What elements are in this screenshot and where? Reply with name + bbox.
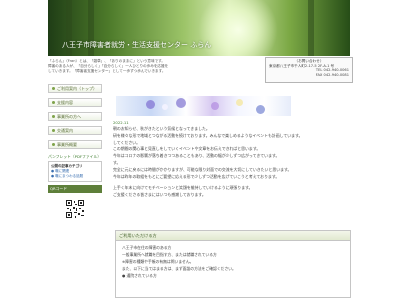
qr-code-icon: [65, 199, 85, 219]
sidebar-item-label: 交通案内: [57, 127, 73, 133]
contact-fax: FAX 042-940-0081: [269, 73, 349, 78]
post-body: 朝のお知らせ、秋がきたという気候となってきました。 研を様々な形で地域とつながる…: [113, 126, 351, 199]
post-paragraph: 研を様々な形で地域とつながる活動を続けております。みんなで楽しめるようなイベント…: [113, 132, 303, 138]
eligibility-line: 一般事業所へ就職を目指す方、または就職されている方: [122, 252, 217, 257]
post-paragraph: 今年はコロナの影響が落ち着きつつあることもあり、活動の幅が少しずつ広がってきてい…: [113, 153, 280, 159]
bullet-icon: [52, 87, 55, 90]
sidebar-item-label: 支援内容: [57, 99, 73, 105]
sidebar-item-top[interactable]: ご利用案内（トップ）: [48, 84, 102, 93]
post-date: 2022.11: [113, 120, 129, 125]
bullet-icon: [52, 101, 55, 104]
post-paragraph: この期間の関心事と見直しをしていくイベントや文章をお伝えできればと思います。: [113, 146, 261, 152]
main-content: 2022.11 朝のお知らせ、秋がきたという気候となってきました。 研を様々な形…: [113, 96, 351, 199]
post-paragraph: す。: [113, 159, 121, 165]
eligibility-heading: ご利用いただける方: [116, 231, 350, 241]
eligibility-line: ※障害の種類や手帳の有無は問いません。: [122, 259, 194, 264]
post-paragraph: ご支援くださる皆さまにはいつも感謝しております。: [113, 192, 206, 198]
news-category-box: 公開の記事カテゴリ ● 職に関連 ● 職にまつわる話題: [48, 161, 102, 182]
post-paragraph: 朝のお知らせ、秋がきたという気候となってきました。: [113, 126, 210, 131]
sidebar-item-label: ご利用案内（トップ）: [57, 85, 97, 91]
news-category-link[interactable]: ● 職にまつわる話題: [51, 174, 99, 179]
site-title[interactable]: 八王子市障害者就労・生活支援センター ふらん: [62, 38, 342, 52]
sidebar-item-label: 事業所概要: [57, 141, 77, 147]
eligibility-line: ● 通院されている方: [122, 273, 157, 278]
eligibility-body: 八王子市在住の障害のある方 一般事業所へ就職を目指す方、または就職されている方 …: [116, 241, 350, 282]
post-paragraph: 今年は昨年の取組をもとにご要望に応える形で少しずつ活動を広げていこうと考えており…: [113, 173, 280, 179]
page: 八王子市障害者就労・生活支援センター ふらん 「ふらん」（Fran）とは、「雑草…: [0, 0, 400, 300]
intro-line: していきます。「障害者支援センター」として一歩ずつ歩んでいきます。: [48, 69, 166, 74]
qr-heading: QRコード: [48, 185, 102, 193]
contact-fax-number: FAX 042-940-0081: [315, 72, 349, 77]
sidebar-item-businesses[interactable]: 事業所の方へ: [48, 112, 102, 121]
intro-text: 「ふらん」（Fran）とは、「雑草」、「ありのままに」という意味です。 障害のあ…: [48, 59, 228, 75]
flower-header-image: [116, 96, 291, 116]
eligibility-box: ご利用いただける方 八王子市在住の障害のある方 一般事業所へ就職を目指す方、また…: [115, 230, 351, 298]
bullet-icon: [52, 129, 55, 132]
bullet-icon: [52, 115, 55, 118]
contact-box: 〈お問い合わせ〉 東京都八王子市千人町2-17-5 2F-A-1 号 TEL 0…: [265, 57, 353, 83]
post-paragraph: してください。: [113, 139, 140, 145]
sidebar-item-services[interactable]: 支援内容: [48, 98, 102, 107]
post-paragraph: 完全に元に戻るには時間がかかりますが、可能な限り対面での交流を大切にしていきたい…: [113, 166, 292, 172]
sidebar-item-access[interactable]: 交通案内: [48, 126, 102, 135]
sidebar: ご利用案内（トップ） 支援内容 事業所の方へ 交通案内 事業所概要 パンフレット…: [48, 84, 102, 219]
eligibility-line: 八王子市在住の障害のある方: [122, 245, 172, 250]
post-paragraph: 上手く年末に向けてモチベーションと笑顔を維持していけるように頑張ります。: [113, 185, 253, 191]
sidebar-item-overview[interactable]: 事業所概要: [48, 140, 102, 149]
bullet-icon: [52, 143, 55, 146]
sidebar-item-label: 事業所の方へ: [57, 113, 81, 119]
pamphlet-link[interactable]: パンフレット（PDFファイル）: [48, 154, 102, 159]
eligibility-line: また、以下に当てはまる方は、まず面談の方法をご確認ください。: [122, 266, 236, 271]
